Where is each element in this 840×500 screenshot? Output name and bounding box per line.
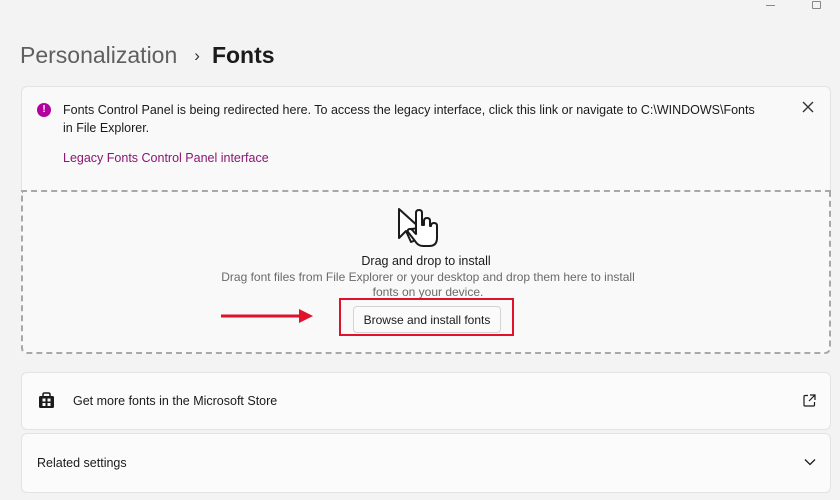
info-message: Fonts Control Panel is being redirected … (63, 103, 755, 135)
info-icon: ! (37, 103, 51, 117)
legacy-fonts-link[interactable]: Legacy Fonts Control Panel interface (63, 151, 269, 165)
store-icon (39, 392, 54, 408)
minimize-icon[interactable] (748, 0, 794, 16)
external-link-icon (803, 394, 816, 407)
info-bar: ! Fonts Control Panel is being redirecte… (21, 86, 831, 190)
maximize-icon[interactable] (794, 0, 840, 16)
hand-pointer-icon (398, 208, 438, 247)
breadcrumb-parent[interactable]: Personalization (20, 42, 177, 69)
related-settings-row[interactable]: Related settings (21, 433, 831, 493)
breadcrumb-separator-icon: › (194, 45, 200, 65)
drop-zone-title: Drag and drop to install (361, 254, 491, 268)
store-label: Get more fonts in the Microsoft Store (73, 394, 278, 408)
window-controls (748, 0, 840, 16)
browse-and-install-fonts-button[interactable]: Browse and install fonts (353, 306, 501, 333)
breadcrumb: Personalization › Fonts (20, 42, 275, 69)
drop-zone-description: Drag font files from File Explorer or yo… (221, 270, 635, 299)
annotation-arrow-icon (221, 309, 313, 323)
microsoft-store-row[interactable]: Get more fonts in the Microsoft Store (21, 372, 831, 430)
related-settings-label: Related settings (37, 456, 127, 470)
close-icon[interactable] (800, 99, 816, 115)
chevron-down-icon (804, 459, 816, 466)
fonts-install-card: ! Fonts Control Panel is being redirecte… (21, 86, 831, 354)
drop-zone[interactable]: Drag and drop to install Drag font files… (21, 190, 831, 354)
page-title: Fonts (211, 42, 275, 68)
